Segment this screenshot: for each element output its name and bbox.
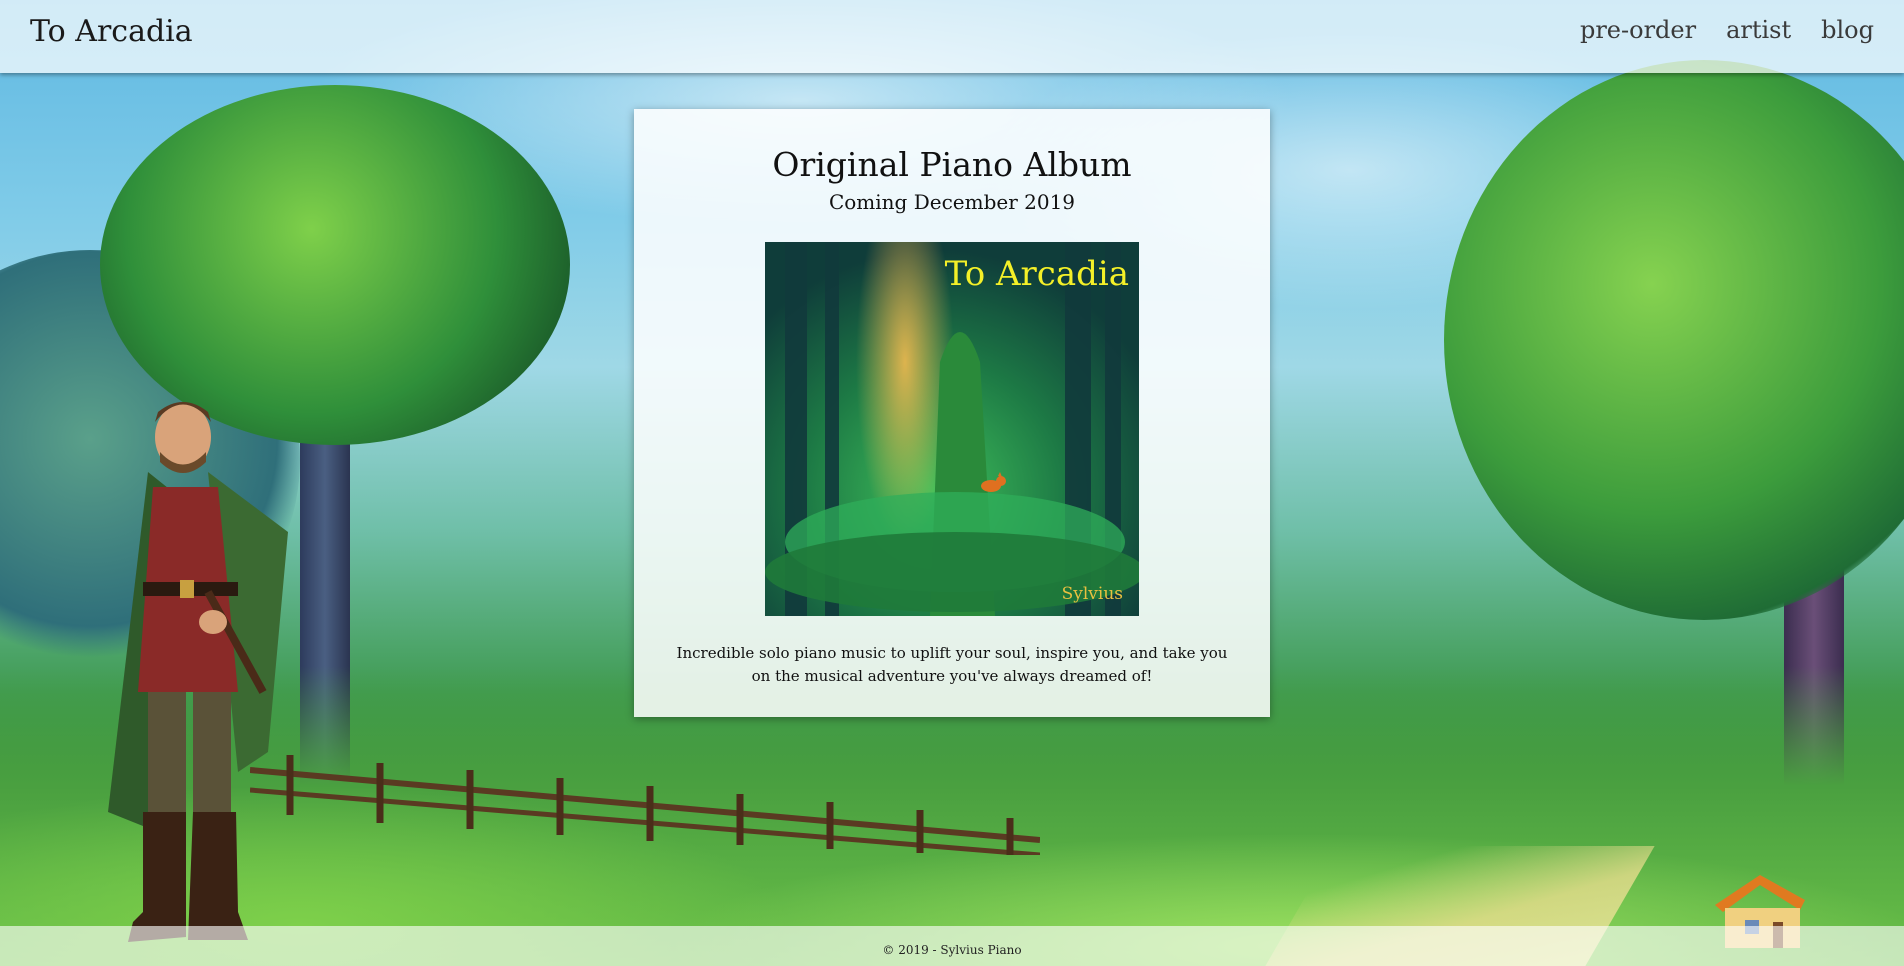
main-nav: pre-order artist blog	[1580, 16, 1874, 44]
top-nav-bar: To Arcadia pre-order artist blog	[0, 0, 1904, 73]
nav-link-pre-order[interactable]: pre-order	[1580, 16, 1696, 44]
release-date-subheading: Coming December 2019	[828, 190, 1076, 214]
copyright-text: © 2019 - Sylvius Piano	[882, 943, 1022, 957]
character-illustration	[108, 402, 288, 942]
right-tree-foliage	[1444, 60, 1904, 620]
nav-link-blog[interactable]: blog	[1821, 16, 1874, 44]
cover-artist-text: Sylvius	[1061, 584, 1123, 604]
album-description: Incredible solo piano music to uplift yo…	[676, 644, 1228, 685]
forest-artwork	[765, 242, 1139, 616]
album-card: Original Piano Album Coming December 201…	[634, 109, 1270, 717]
left-tree-foliage	[100, 85, 570, 445]
page-background: To Arcadia pre-order artist blog Origina…	[0, 0, 1904, 966]
album-heading: Original Piano Album	[772, 145, 1132, 184]
album-cover-image: To Arcadia Sylvius	[765, 242, 1139, 616]
wooden-fence	[250, 755, 1040, 855]
brand-link[interactable]: To Arcadia	[30, 14, 193, 49]
nav-link-artist[interactable]: artist	[1726, 16, 1791, 44]
fox-icon	[981, 472, 1006, 492]
cover-title-text: To Arcadia	[944, 254, 1129, 294]
footer: © 2019 - Sylvius Piano	[0, 926, 1904, 966]
